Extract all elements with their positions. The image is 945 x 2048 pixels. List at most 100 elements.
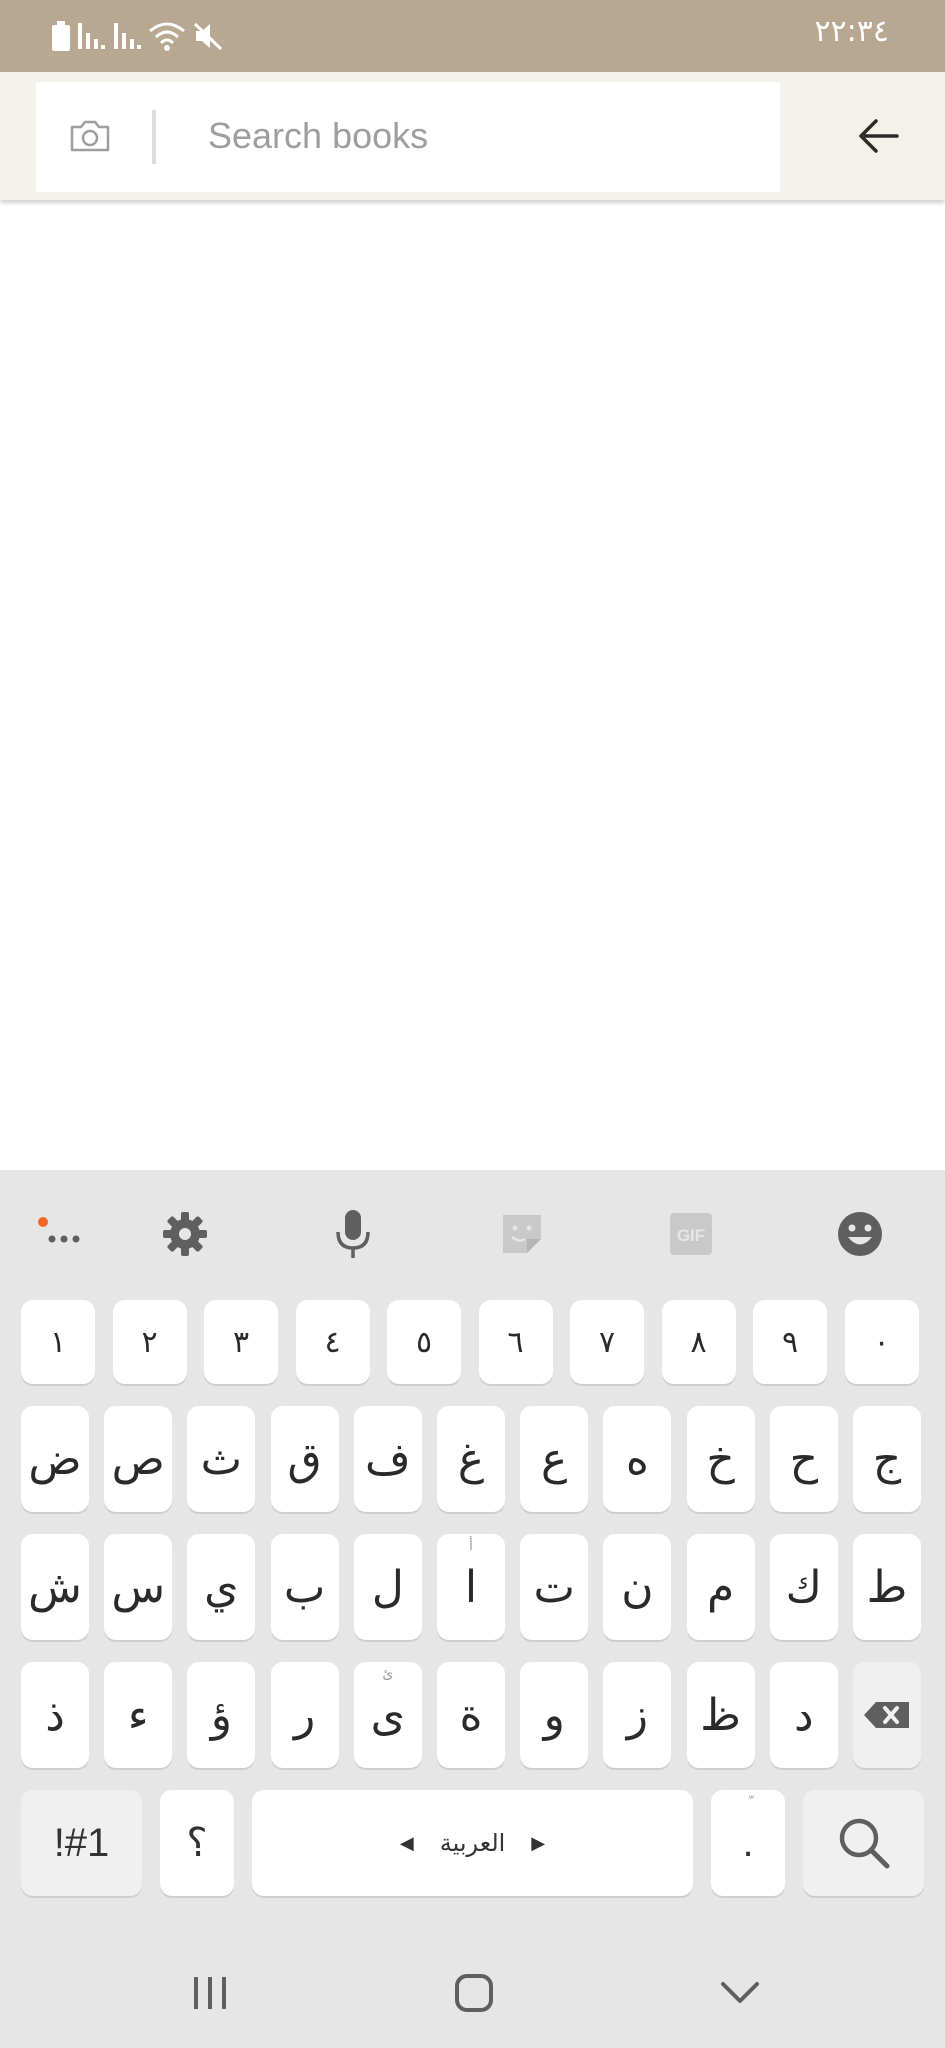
key-number[interactable]: ٧ bbox=[570, 1300, 644, 1384]
key-letter[interactable]: ه bbox=[603, 1406, 672, 1512]
key-letter[interactable]: ظ bbox=[686, 1662, 755, 1768]
key-letter[interactable]: ك bbox=[769, 1534, 838, 1640]
voice-input-button[interactable] bbox=[325, 1206, 381, 1262]
key-letter[interactable]: ء bbox=[104, 1662, 173, 1768]
key-letter[interactable]: ث bbox=[187, 1406, 256, 1512]
back-button[interactable] bbox=[850, 108, 906, 164]
key-number[interactable]: ٩ bbox=[753, 1300, 827, 1384]
key-label: ٣ bbox=[232, 1324, 250, 1360]
key-label: خ bbox=[706, 1433, 735, 1485]
key-number[interactable]: ٠ bbox=[844, 1300, 919, 1384]
key-letter[interactable]: ة bbox=[437, 1662, 505, 1768]
recent-apps-button[interactable] bbox=[175, 1960, 245, 2026]
key-label: ٦ bbox=[507, 1324, 524, 1360]
key-label: م bbox=[706, 1561, 735, 1613]
key-number[interactable]: ٣ bbox=[204, 1300, 278, 1384]
key-letter[interactable]: ع bbox=[520, 1406, 589, 1512]
key-letter[interactable]: د bbox=[769, 1662, 838, 1768]
key-letter[interactable]: ض bbox=[21, 1406, 89, 1512]
key-label: ؟ bbox=[186, 1821, 208, 1865]
backspace-key[interactable] bbox=[853, 1662, 921, 1768]
key-letter[interactable]: ر bbox=[270, 1662, 339, 1768]
key-label: ع bbox=[541, 1433, 568, 1485]
key-hint: ئ bbox=[382, 1666, 394, 1682]
key-label: ز bbox=[626, 1689, 649, 1741]
question-mark-key[interactable]: ؟ bbox=[160, 1790, 234, 1896]
hide-keyboard-button[interactable] bbox=[705, 1960, 775, 2026]
key-letter[interactable]: غ bbox=[437, 1406, 505, 1512]
key-letter[interactable]: ج bbox=[853, 1406, 921, 1512]
key-number[interactable]: ٦ bbox=[478, 1300, 553, 1384]
key-label: ح bbox=[789, 1433, 818, 1485]
key-label: ن bbox=[621, 1561, 654, 1613]
search-header bbox=[0, 72, 945, 200]
key-hint: ّ bbox=[711, 1794, 785, 1811]
keyboard: GIF ١ ٢ ٣ ٤ ٥ ٦ ٧ ٨ ٩ ٠ ضصثقفغ ع ه خ ح ج شسيبل اأ تنمكط ذ ء ؤ… bbox=[0, 1170, 945, 1940]
status-bar: ٢٢:٣٤ bbox=[0, 0, 945, 72]
key-label: ج bbox=[872, 1433, 902, 1485]
key-letter[interactable]: ح bbox=[769, 1406, 838, 1512]
arrow-left-icon: ◀ bbox=[399, 1832, 414, 1854]
key-number[interactable]: ٤ bbox=[295, 1300, 370, 1384]
microphone-icon bbox=[336, 1210, 370, 1258]
key-letter[interactable]: س bbox=[104, 1534, 173, 1640]
key-number[interactable]: ٨ bbox=[661, 1300, 736, 1384]
key-label: ك bbox=[785, 1561, 822, 1613]
key-label: ٠ bbox=[873, 1324, 890, 1360]
key-number[interactable]: ٥ bbox=[387, 1300, 461, 1384]
key-letter[interactable]: و bbox=[520, 1662, 589, 1768]
key-letter[interactable]: ز bbox=[603, 1662, 672, 1768]
key-label: ؤ bbox=[210, 1689, 233, 1741]
key-number[interactable]: ١ bbox=[21, 1300, 95, 1384]
space-key[interactable]: ◀ العربية ▶ bbox=[252, 1790, 693, 1896]
more-options-button[interactable] bbox=[34, 1206, 90, 1262]
key-letter[interactable]: ذ bbox=[21, 1662, 89, 1768]
search-box[interactable] bbox=[36, 82, 780, 192]
key-letter[interactable]: ن bbox=[603, 1534, 672, 1640]
arrow-left-icon bbox=[859, 119, 899, 153]
key-label: ٢ bbox=[141, 1324, 158, 1360]
key-label: ش bbox=[28, 1561, 82, 1613]
key-letter[interactable]: ي bbox=[187, 1534, 256, 1640]
search-input[interactable] bbox=[208, 104, 748, 168]
status-icons bbox=[52, 18, 224, 54]
key-letter[interactable]: م bbox=[686, 1534, 755, 1640]
key-letter[interactable]: ىئ bbox=[353, 1662, 422, 1768]
key-number[interactable]: ٢ bbox=[112, 1300, 187, 1384]
home-button[interactable] bbox=[439, 1960, 509, 2026]
key-letter[interactable]: ب bbox=[270, 1534, 339, 1640]
search-key[interactable] bbox=[803, 1790, 924, 1896]
settings-button[interactable] bbox=[157, 1206, 213, 1262]
sticker-button[interactable] bbox=[494, 1206, 550, 1262]
key-label: ٤ bbox=[324, 1324, 341, 1360]
emoji-icon bbox=[838, 1212, 882, 1256]
key-letter[interactable]: ؤ bbox=[187, 1662, 256, 1768]
signal-icon bbox=[78, 23, 105, 49]
recent-apps-icon bbox=[194, 1977, 226, 2009]
camera-button[interactable] bbox=[66, 112, 114, 160]
more-icon bbox=[38, 1217, 80, 1243]
keyboard-toolbar: GIF bbox=[0, 1170, 945, 1294]
search-icon bbox=[839, 1818, 889, 1869]
key-label: ث bbox=[200, 1433, 243, 1485]
key-letter[interactable]: ل bbox=[353, 1534, 422, 1640]
key-letter[interactable]: ط bbox=[853, 1534, 921, 1640]
key-label: ت bbox=[533, 1561, 575, 1613]
backspace-icon bbox=[864, 1702, 909, 1728]
key-letter[interactable]: ت bbox=[520, 1534, 589, 1640]
status-time: ٢٢:٣٤ bbox=[814, 14, 889, 49]
key-label: ٩ bbox=[781, 1324, 799, 1360]
key-letter[interactable]: اأ bbox=[437, 1534, 505, 1640]
key-letter[interactable]: ش bbox=[21, 1534, 89, 1640]
battery-icon bbox=[52, 21, 70, 51]
key-letter[interactable]: ص bbox=[104, 1406, 173, 1512]
symbols-key[interactable]: !#1 bbox=[21, 1790, 142, 1896]
key-letter[interactable]: ف bbox=[353, 1406, 422, 1512]
emoji-button[interactable] bbox=[832, 1206, 888, 1262]
key-label: ١ bbox=[49, 1324, 67, 1360]
key-label: د bbox=[794, 1689, 814, 1741]
gif-button[interactable]: GIF bbox=[663, 1206, 719, 1262]
key-letter[interactable]: خ bbox=[686, 1406, 755, 1512]
key-letter[interactable]: ق bbox=[270, 1406, 339, 1512]
period-key[interactable]: .ّ bbox=[711, 1790, 785, 1896]
